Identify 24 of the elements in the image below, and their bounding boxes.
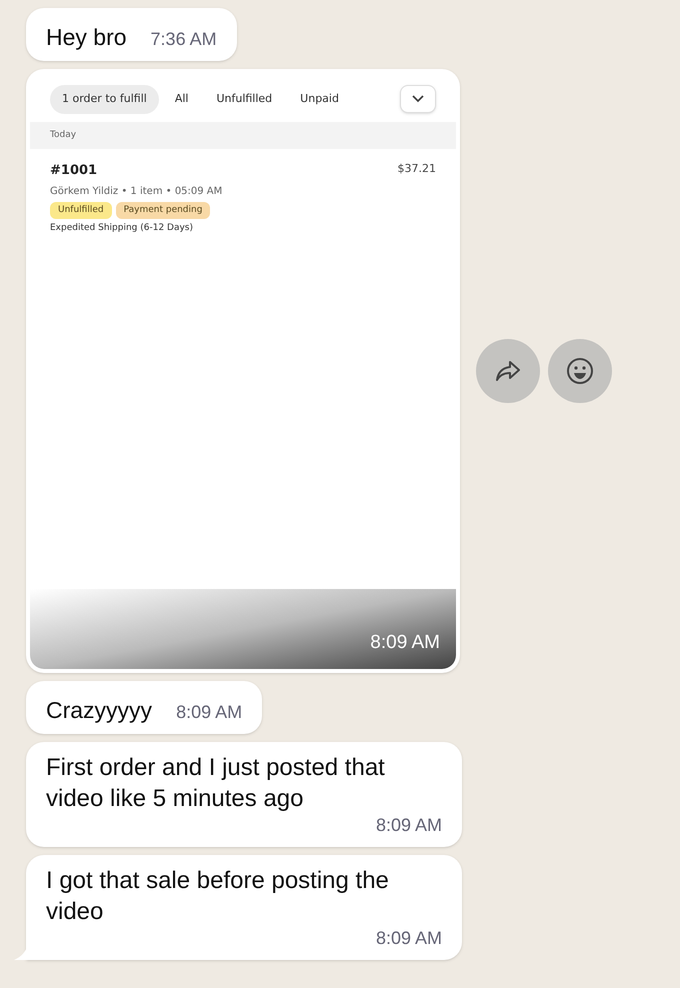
status-badge: Payment pending	[116, 202, 210, 219]
order-number: #1001	[50, 162, 98, 180]
shipping-label: Expedited Shipping (6-12 Days)	[50, 222, 194, 235]
order-price: $37.21	[398, 161, 436, 177]
message-text: Crazyyyyy	[46, 696, 152, 725]
order-meta: Görkem Yildiz • 1 item • 05:09 AM	[50, 184, 224, 198]
filter-tab[interactable]: Unfulfilled	[204, 85, 284, 114]
message-text: Hey bro	[46, 23, 127, 52]
filter-tab[interactable]: Unpaid	[288, 85, 351, 114]
status-badge: Unfulfilled	[50, 202, 112, 219]
forward-arrow-icon	[494, 359, 522, 383]
message-time: 8:09 AM	[370, 630, 440, 654]
message-time: 8:09 AM	[376, 927, 442, 950]
message-text: I got that sale before posting the video	[46, 866, 390, 927]
chevron-down-icon	[411, 94, 425, 104]
section-header: Today	[30, 122, 456, 149]
smiley-icon	[566, 357, 594, 385]
message-time: 8:09 AM	[176, 701, 242, 724]
dropdown-button[interactable]	[400, 85, 436, 114]
message-time: 7:36 AM	[150, 28, 217, 51]
message-text: First order and I just posted that video like 5 minutes ago	[46, 753, 386, 814]
message-time: 8:09 AM	[376, 814, 442, 837]
filter-tab[interactable]: All	[162, 85, 200, 114]
filter-tab[interactable]: 1 order to fulfill	[50, 85, 159, 114]
